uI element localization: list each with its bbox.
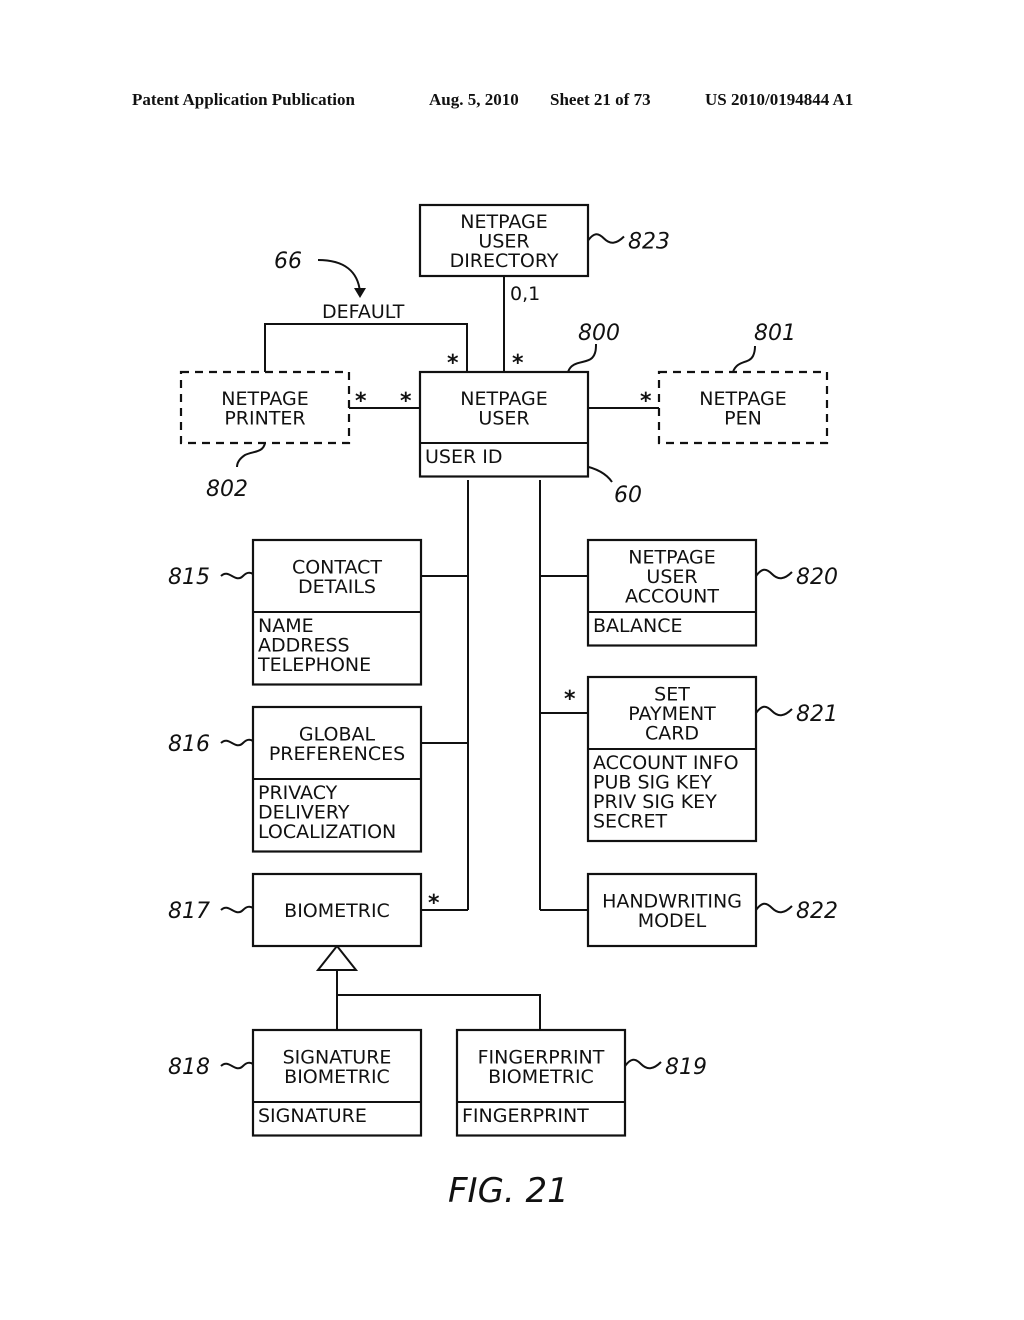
multiplicity-payment-card: * — [564, 687, 576, 712]
class-name-line: BIOMETRIC — [488, 1066, 594, 1088]
leader-line — [567, 343, 597, 373]
default-label: DEFAULT — [322, 301, 405, 323]
class-attribute: USER ID — [425, 446, 502, 468]
class-attribute: TELEPHONE — [257, 654, 371, 676]
uml-class-diagram: DEFAULT 66 0,1 * * * * * * * 60 NETPAGEU… — [168, 203, 838, 1211]
reference-numeral: 817 — [168, 899, 210, 924]
generalization-branch — [337, 994, 541, 1030]
class-name-line: MODEL — [638, 910, 707, 932]
reference-numeral: 821 — [796, 702, 838, 727]
class-user-directory: NETPAGEUSERDIRECTORY823 — [418, 203, 670, 278]
leader-line — [755, 568, 793, 580]
directory-multiplicity: 0,1 — [510, 283, 540, 305]
class-fingerprint-biometric: FINGERPRINTBIOMETRICFINGERPRINT819 — [455, 1028, 707, 1137]
reference-numeral: 819 — [665, 1055, 707, 1080]
reference-numeral: 820 — [796, 565, 838, 590]
class-name-line: DIRECTORY — [450, 250, 559, 272]
reference-numeral: 815 — [168, 565, 210, 590]
default-printer-link — [264, 323, 468, 372]
leader-line — [755, 705, 793, 717]
class-name-line: DETAILS — [298, 576, 376, 598]
class-payment-card: SETPAYMENTCARDACCOUNT INFOPUB SIG KEYPRI… — [586, 675, 838, 843]
class-name-line: BIOMETRIC — [284, 900, 390, 922]
multiplicity-user-side: * — [400, 389, 412, 414]
class-handwriting-model: HANDWRITINGMODEL 822 — [586, 872, 838, 948]
class-pen: NETPAGEPEN801 — [657, 321, 829, 445]
figure-label: FIG. 21 — [448, 1171, 569, 1211]
class-user: NETPAGEUSERUSER ID800 — [418, 321, 620, 478]
class-attribute: SECRET — [593, 811, 668, 833]
leader-line — [236, 442, 266, 468]
class-name-line: PREFERENCES — [269, 743, 405, 765]
multiplicity-pen: * — [640, 389, 652, 414]
class-name-line: BIOMETRIC — [284, 1066, 390, 1088]
class-attribute: LOCALIZATION — [258, 821, 396, 843]
class-name-line: USER — [478, 407, 529, 429]
ref-66-arrow — [317, 259, 361, 293]
ref-60: 60 — [614, 483, 642, 508]
arrowhead-icon — [354, 288, 366, 298]
reference-numeral: 800 — [578, 321, 620, 346]
class-name-line: ACCOUNT — [625, 586, 719, 608]
class-name-line: PEN — [724, 407, 762, 429]
class-global-preferences: GLOBALPREFERENCESPRIVACYDELIVERYLOCALIZA… — [168, 705, 423, 853]
leader-line — [624, 1058, 662, 1070]
reference-numeral: 802 — [206, 477, 248, 502]
leader-line — [755, 902, 793, 914]
leader-line — [220, 571, 254, 580]
reference-numeral: 818 — [168, 1055, 210, 1080]
class-attribute: FINGERPRINT — [462, 1105, 589, 1127]
reference-numeral: 822 — [796, 899, 838, 924]
class-name-line: CARD — [645, 723, 699, 745]
reference-numeral: 801 — [754, 321, 796, 346]
ref-66: 66 — [274, 249, 302, 274]
class-user-account: NETPAGEUSERACCOUNTBALANCE820 — [586, 538, 838, 647]
multiplicity-biometric: * — [428, 891, 440, 916]
class-signature-biometric: SIGNATUREBIOMETRICSIGNATURE818 — [168, 1028, 423, 1137]
class-contact-details: CONTACTDETAILSNAMEADDRESSTELEPHONE815 — [168, 538, 423, 686]
leader-line — [587, 233, 625, 244]
reference-numeral: 816 — [168, 732, 210, 757]
class-attribute: BALANCE — [593, 615, 683, 637]
class-biometric: BIOMETRIC 817 — [168, 872, 423, 948]
class-printer: NETPAGEPRINTER802 — [179, 370, 351, 502]
leader-line — [220, 738, 254, 747]
leader-line — [220, 905, 254, 914]
reference-numeral: 823 — [628, 230, 670, 255]
leader-line — [220, 1061, 254, 1070]
generalization-arrow-icon — [315, 944, 359, 971]
leader-line — [732, 345, 756, 373]
class-attribute: SIGNATURE — [258, 1105, 367, 1127]
multiplicity-printer-side: * — [355, 389, 367, 414]
class-name-line: PRINTER — [224, 407, 305, 429]
